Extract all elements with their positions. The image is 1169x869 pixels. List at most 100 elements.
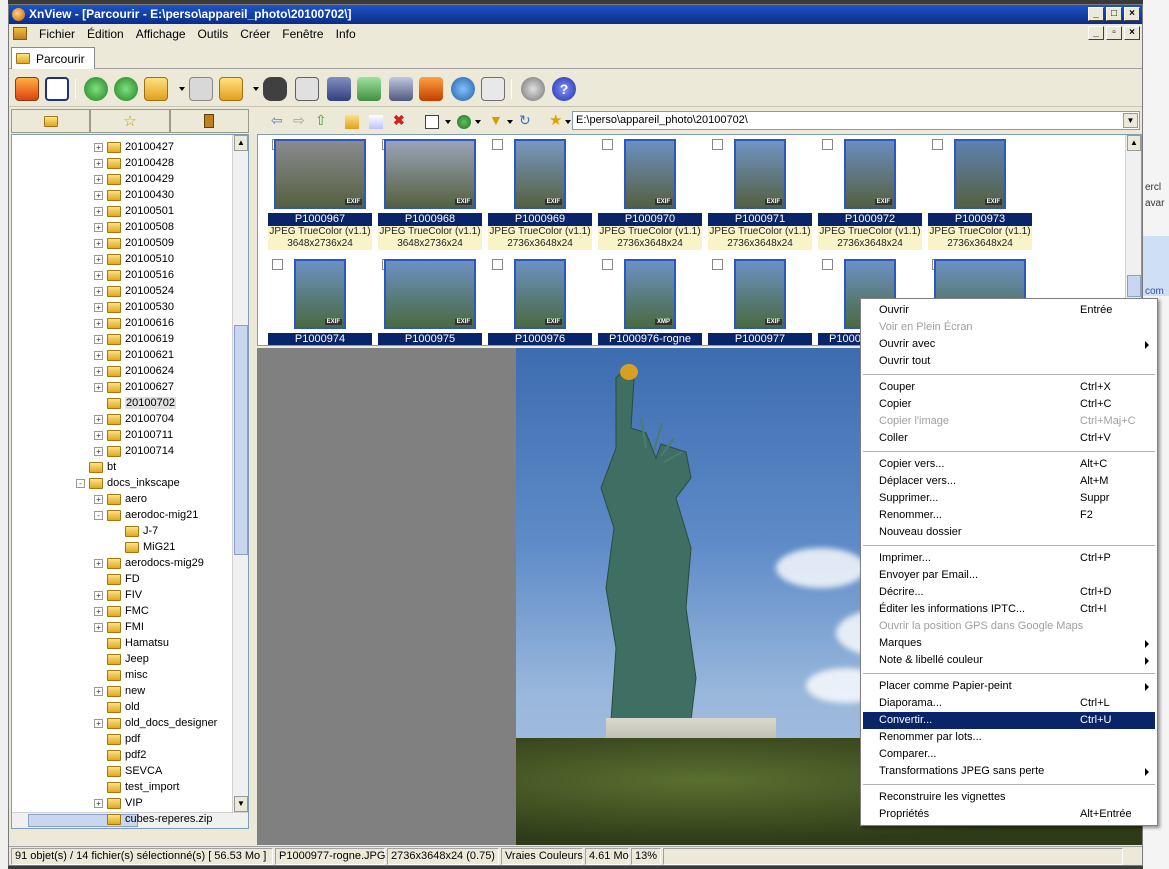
convert-icon[interactable] [357, 77, 381, 101]
context-menu-item[interactable]: Diaporama... Ctrl+L [863, 695, 1155, 712]
tree-item[interactable]: +20100430 [94, 187, 174, 203]
tree-item[interactable]: +20100624 [94, 363, 174, 379]
delete-icon[interactable]: ✖ [393, 112, 407, 128]
context-menu-item[interactable]: Copier Ctrl+C [863, 396, 1155, 413]
context-menu-item[interactable]: Ouvrir Entrée [863, 302, 1155, 319]
settings-gear-icon[interactable] [521, 77, 545, 101]
xnview-app-icon[interactable] [12, 8, 25, 21]
tree-item[interactable]: +20100619 [94, 331, 174, 347]
thumbnail-item[interactable]: EXIF P1000967 JPEG TrueColor (v1.1) 3648x27… [268, 135, 372, 255]
tree-item[interactable]: +20100711 [94, 427, 173, 443]
tree-item[interactable]: +20100428 [94, 155, 174, 171]
tree-item[interactable]: 20100702 [94, 395, 176, 411]
binoculars-icon[interactable] [263, 77, 287, 101]
thumbnail-image[interactable]: EXIF [624, 139, 676, 209]
context-menu-item[interactable]: Décrire... Ctrl+D [863, 584, 1155, 601]
rotate-right-icon[interactable] [114, 77, 138, 101]
close-button[interactable]: × [1124, 7, 1140, 21]
thumbnail-image[interactable]: EXIF [514, 259, 566, 329]
minimize-button[interactable]: _ [1088, 7, 1104, 21]
rename-icon[interactable] [369, 115, 383, 129]
thumbs-scroll-up[interactable]: ▲ [1127, 135, 1141, 151]
tree-item[interactable]: + FMC [94, 603, 149, 619]
thumbnail-checkbox[interactable] [712, 259, 723, 270]
menu-creer[interactable]: Créer [234, 27, 276, 41]
tree-item[interactable]: +20100501 [94, 203, 174, 219]
tree-item[interactable]: +20100509 [94, 235, 174, 251]
expand-icon[interactable]: + [94, 366, 103, 376]
thumbnail-checkbox[interactable] [272, 259, 283, 270]
context-menu-item[interactable]: Transformations JPEG sans perte [863, 763, 1155, 780]
slideshow-icon[interactable] [419, 77, 443, 101]
thumbnail-item[interactable]: EXIF P1000970 JPEG TrueColor (v1.1) 2736x36… [598, 135, 702, 255]
title-bar[interactable]: XnView - [Parcourir - E:\perso\appareil_… [9, 5, 1142, 24]
context-menu-item[interactable]: Ouvrir tout [863, 353, 1155, 370]
thumbs-scroll-thumb[interactable] [1127, 275, 1141, 297]
refresh-icon[interactable]: ↻ [519, 112, 533, 128]
new-folder-icon[interactable] [345, 115, 359, 129]
expand-icon[interactable]: + [94, 590, 103, 600]
tree-item[interactable]: Hamatsu [94, 635, 169, 651]
scanner-icon[interactable] [327, 77, 351, 101]
context-menu-item[interactable]: Coller Ctrl+V [863, 430, 1155, 447]
sort-icon[interactable] [457, 115, 471, 129]
thumbnail-image[interactable]: EXIF [294, 259, 346, 329]
expand-icon[interactable]: + [94, 270, 103, 280]
tree-item[interactable]: - docs_inkscape [76, 475, 180, 491]
context-menu-item[interactable]: Envoyer par Email... [863, 567, 1155, 584]
context-menu-item[interactable]: Déplacer vers... Alt+M [863, 473, 1155, 490]
context-menu-item[interactable]: Marques [863, 635, 1155, 652]
folder-tree[interactable]: ▲ ▼ +20100427 +20100428 +20100429 +20100430… [11, 134, 249, 829]
tree-item[interactable]: +20100427 [94, 139, 174, 155]
expand-icon[interactable]: + [94, 382, 103, 392]
context-menu-item[interactable]: Note & libellé couleur [863, 652, 1155, 669]
scroll-down-arrow[interactable]: ▼ [234, 796, 248, 812]
tree-item[interactable]: +20100510 [94, 251, 174, 267]
mdi-restore-button[interactable]: ▫ [1106, 26, 1122, 40]
context-menu-item[interactable]: Propriétés Alt+Entrée [863, 806, 1155, 823]
thumbnail-item[interactable]: EXIF P1000968 JPEG TrueColor (v1.1) 3648x27… [378, 135, 482, 255]
tree-item[interactable]: +20100508 [94, 219, 174, 235]
menu-fenetre[interactable]: Fenêtre [276, 27, 329, 41]
thumbnail-image[interactable]: EXIF [844, 139, 896, 209]
tree-vertical-scrollbar[interactable]: ▲ ▼ [232, 135, 248, 828]
tree-item[interactable]: + new [94, 683, 145, 699]
tree-item[interactable]: test_import [94, 779, 179, 795]
thumbnail-checkbox[interactable] [492, 259, 503, 270]
thumbnail-item[interactable]: EXIF P1000972 JPEG TrueColor (v1.1) 2736x36… [818, 135, 922, 255]
context-menu-item[interactable]: Couper Ctrl+X [863, 379, 1155, 396]
tree-item[interactable]: + FIV [94, 587, 142, 603]
context-menu-item[interactable]: Ouvrir avec [863, 336, 1155, 353]
expand-icon[interactable]: + [94, 494, 103, 504]
expand-icon[interactable]: + [94, 350, 103, 360]
expand-icon[interactable]: + [94, 302, 103, 312]
document-icon[interactable] [13, 27, 27, 40]
rotate-left-icon[interactable] [84, 77, 108, 101]
context-menu-item[interactable]: Nouveau dossier [863, 524, 1155, 541]
tree-item[interactable]: +20100530 [94, 299, 174, 315]
context-menu-item[interactable]: Placer comme Papier-peint [863, 678, 1155, 695]
tree-item[interactable]: FD [94, 571, 140, 587]
context-menu-item[interactable]: Imprimer... Ctrl+P [863, 550, 1155, 567]
context-menu-item[interactable]: Comparer... [863, 746, 1155, 763]
grid-icon[interactable] [481, 77, 505, 101]
tree-item[interactable]: + FMI [94, 619, 144, 635]
tree-item[interactable]: + aero [94, 491, 147, 507]
expand-icon[interactable]: + [94, 190, 103, 200]
expand-icon[interactable]: + [94, 222, 103, 232]
thumbnail-checkbox[interactable] [712, 139, 723, 150]
back-arrow-icon[interactable]: ⇦ [271, 112, 285, 128]
maximize-button[interactable]: □ [1106, 7, 1122, 21]
expand-icon[interactable]: + [94, 430, 103, 440]
expand-icon[interactable]: + [94, 174, 103, 184]
tree-item[interactable]: +20100621 [94, 347, 174, 363]
tree-item[interactable]: +20100616 [94, 315, 174, 331]
thumbnail-item[interactable]: EXIF P1000977 [708, 255, 812, 345]
context-menu-item[interactable]: Éditer les informations IPTC... Ctrl+I [863, 601, 1155, 618]
tree-item[interactable]: bt [76, 459, 116, 475]
expand-icon[interactable]: + [94, 718, 103, 728]
tree-item[interactable]: MiG21 [112, 539, 175, 555]
menu-outils[interactable]: Outils [192, 27, 235, 41]
tab-categories[interactable] [169, 109, 249, 133]
expand-icon[interactable]: + [94, 606, 103, 616]
